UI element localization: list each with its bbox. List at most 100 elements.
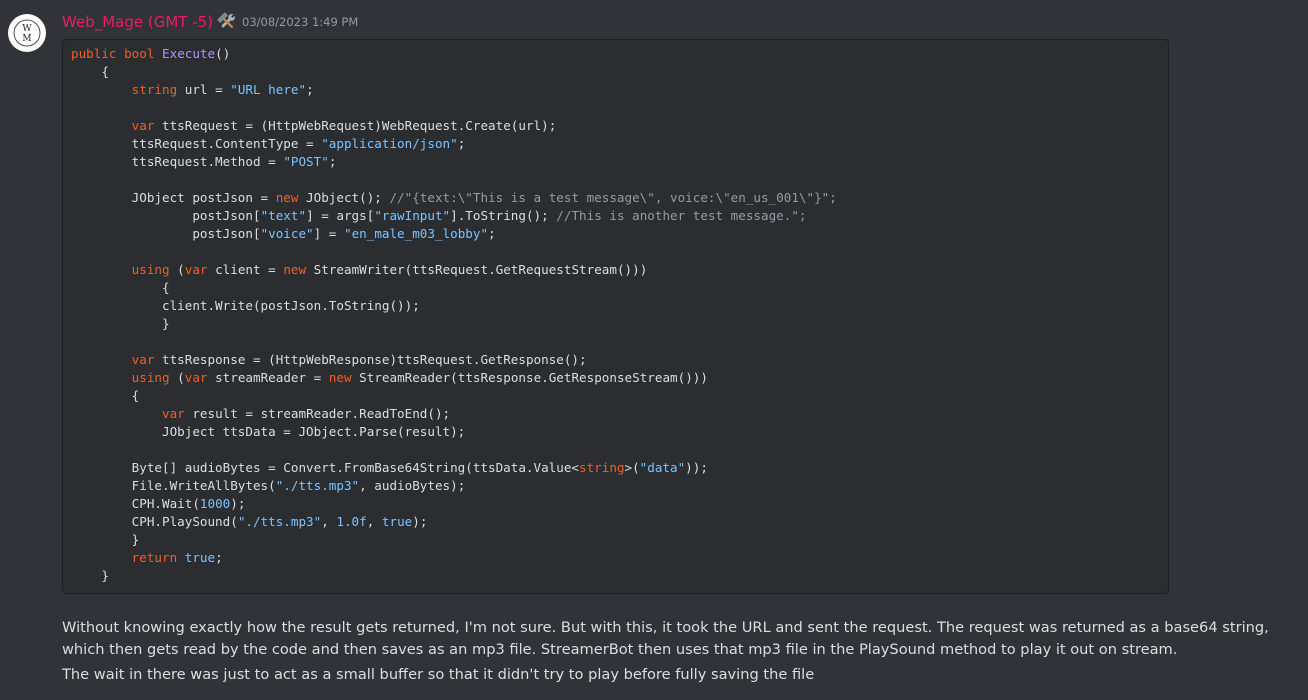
code-token: ttsRequest.ContentType = [71, 136, 322, 151]
code-token: , [321, 514, 337, 529]
code-token: ] = args[ [306, 208, 375, 223]
code-line: using (var client = new StreamWriter(tts… [71, 261, 1160, 279]
avatar[interactable]: W M [8, 14, 46, 52]
code-token: "URL here" [230, 82, 307, 97]
code-token: new [283, 262, 307, 277]
code-token: url = [177, 82, 231, 97]
code-token: var [131, 118, 155, 133]
message-content: Without knowing exactly how the result g… [62, 617, 1298, 686]
code-token: string [131, 82, 178, 97]
code-line: var ttsRequest = (HttpWebRequest)WebRequ… [71, 117, 1160, 135]
code-token: ( [169, 370, 185, 385]
code-line: { [71, 279, 1160, 297]
code-token: 1.0f [336, 514, 367, 529]
code-token: new [328, 370, 352, 385]
code-token: public [71, 46, 117, 61]
code-line: var result = streamReader.ReadToEnd(); [71, 405, 1160, 423]
code-token: postJson[ [71, 208, 261, 223]
code-token: "data" [639, 460, 686, 475]
code-token: >( [624, 460, 640, 475]
code-token: true [184, 550, 216, 565]
code-token: , audioBytes); [359, 478, 466, 493]
code-token: ] = [313, 226, 344, 241]
avatar-logo: W M [13, 19, 41, 47]
code-token: ttsRequest.Method = [71, 154, 284, 169]
code-token: var [184, 370, 208, 385]
code-line: CPH.PlaySound("./tts.mp3", 1.0f, true); [71, 513, 1160, 531]
message-paragraph: The wait in there was just to act as a s… [62, 666, 815, 683]
code-token: CPH.Wait( [71, 496, 200, 511]
code-token: "application/json" [321, 136, 458, 151]
code-token: "voice" [260, 226, 314, 241]
code-token: ); [230, 496, 246, 511]
code-token: client.Write(postJson.ToString()); [71, 298, 420, 313]
code-line: postJson["voice"] = "en_male_m03_lobby"; [71, 225, 1160, 243]
code-token: ); [412, 514, 428, 529]
code-line: postJson["text"] = args["rawInput"].ToSt… [71, 207, 1160, 225]
code-content: public bool Execute() { string url = "UR… [71, 45, 1160, 585]
username[interactable]: Web_Mage (GMT -5) [62, 13, 213, 31]
code-token: )); [685, 460, 708, 475]
code-token: () [215, 46, 231, 61]
code-token: var [162, 406, 185, 421]
code-line: JObject postJson = new JObject(); //"{te… [71, 189, 1160, 207]
code-token: result = streamReader.ReadToEnd(); [184, 406, 451, 421]
code-token: Execute [162, 46, 216, 61]
message-header: Web_Mage (GMT -5) 03/08/2023 1:49 PM [62, 11, 358, 33]
code-line: client.Write(postJson.ToString()); [71, 297, 1160, 315]
code-line: var ttsResponse = (HttpWebResponse)ttsRe… [71, 351, 1160, 369]
code-token: 1000 [199, 496, 231, 511]
code-token: string [579, 460, 625, 475]
code-token: //"{text:\"This is a test message\", voi… [389, 190, 837, 205]
code-line: JObject ttsData = JObject.Parse(result); [71, 423, 1160, 441]
code-token: } [71, 532, 140, 547]
code-line: CPH.Wait(1000); [71, 495, 1160, 513]
code-token: streamReader = [207, 370, 329, 385]
code-token: //This is another test message."; [556, 208, 807, 223]
code-line: { [71, 63, 1160, 81]
code-token: JObject postJson = [71, 190, 276, 205]
code-token: , [366, 514, 382, 529]
message-paragraph: Without knowing exactly how the result g… [62, 619, 1269, 658]
svg-text:W: W [22, 24, 32, 34]
code-line: return true; [71, 549, 1160, 567]
code-token: File.WriteAllBytes( [71, 478, 276, 493]
code-line: using (var streamReader = new StreamRead… [71, 369, 1160, 387]
code-line: string url = "URL here"; [71, 81, 1160, 99]
code-token: "en_male_m03_lobby" [343, 226, 489, 241]
code-token: JObject(); [298, 190, 390, 205]
code-token: "text" [260, 208, 307, 223]
code-line: public bool Execute() [71, 45, 1160, 63]
code-line: Byte[] audioBytes = Convert.FromBase64St… [71, 459, 1160, 477]
code-token: true [381, 514, 413, 529]
code-token: client = [207, 262, 284, 277]
code-line: } [71, 531, 1160, 549]
hammer-wrench-icon[interactable] [216, 11, 238, 33]
code-token: using [131, 370, 170, 385]
code-token: } [71, 568, 109, 583]
timestamp[interactable]: 03/08/2023 1:49 PM [242, 15, 358, 29]
code-token: ; [215, 550, 223, 565]
code-token: return [131, 550, 178, 565]
code-token: var [131, 352, 155, 367]
code-line: } [71, 315, 1160, 333]
code-token: Byte[] audioBytes = Convert.FromBase64St… [71, 460, 579, 475]
code-token: "rawInput" [374, 208, 451, 223]
code-line: ttsRequest.ContentType = "application/js… [71, 135, 1160, 153]
code-token: ttsResponse = (HttpWebResponse)ttsReques… [154, 352, 587, 367]
code-block[interactable]: public bool Execute() { string url = "UR… [62, 39, 1169, 594]
